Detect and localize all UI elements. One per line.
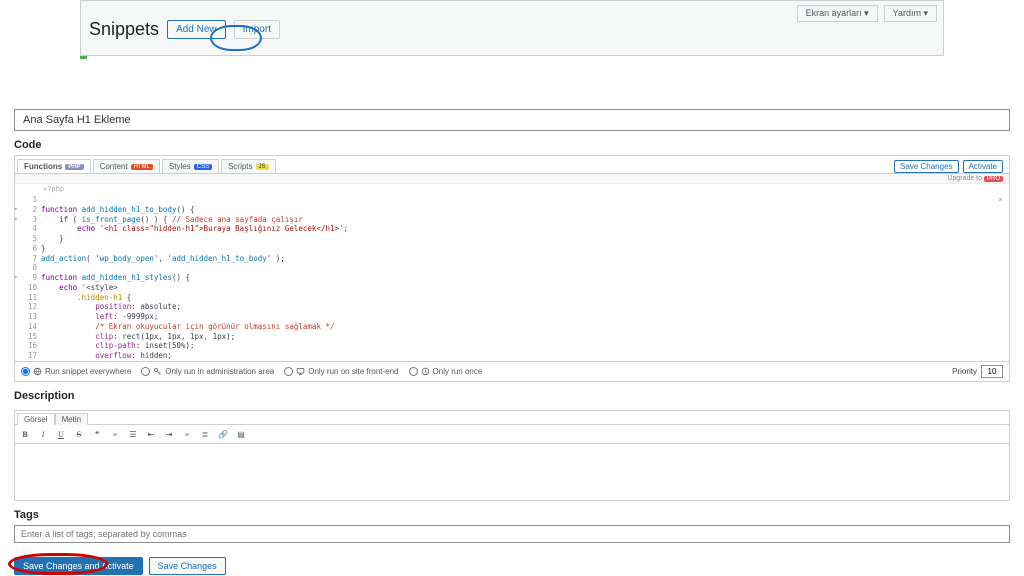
strike-icon[interactable]: S bbox=[73, 428, 85, 440]
add-new-button[interactable]: Add New bbox=[167, 20, 226, 39]
run-frontend-radio[interactable]: Only run on site front-end bbox=[284, 367, 398, 376]
description-textarea[interactable] bbox=[15, 444, 1009, 500]
tab-styles-label: Styles bbox=[169, 162, 191, 171]
number-list-icon[interactable]: ☰ bbox=[127, 428, 139, 440]
run-once-radio[interactable]: Only run once bbox=[409, 367, 483, 376]
upgrade-row: Upgrade to PRO bbox=[15, 174, 1009, 184]
description-tab-visual[interactable]: Görsel bbox=[17, 413, 55, 425]
bold-icon[interactable]: B bbox=[19, 428, 31, 440]
upgrade-label: Upgrade to bbox=[947, 175, 982, 182]
tab-functions[interactable]: FunctionsPHP bbox=[17, 159, 91, 173]
priority-input[interactable] bbox=[981, 365, 1003, 378]
tags-input[interactable] bbox=[14, 525, 1010, 543]
code-panel: FunctionsPHP ContentHTML StylesCSS Scrip… bbox=[14, 155, 1010, 362]
description-section-label: Description bbox=[14, 390, 1010, 402]
align-left-icon[interactable]: ≡ bbox=[181, 428, 193, 440]
import-button[interactable]: Import bbox=[234, 20, 280, 39]
editor-toolbar: B I U S ❝ ≡ ☰ ⇤ ⇥ ≡ ≣ 🔗 ▤ bbox=[15, 425, 1009, 444]
quote-icon[interactable]: ❝ bbox=[91, 428, 103, 440]
outdent-icon[interactable]: ⇤ bbox=[145, 428, 157, 440]
align-center-icon[interactable]: ≣ bbox=[199, 428, 211, 440]
page-header: Ekran ayarları ▾ Yardım ▾ Snippets Add N… bbox=[80, 0, 944, 56]
image-icon[interactable]: ▤ bbox=[235, 428, 247, 440]
run-everywhere-label: Run snippet everywhere bbox=[45, 367, 131, 376]
progress-indicator bbox=[80, 56, 87, 59]
pro-badge: PRO bbox=[984, 176, 1003, 182]
globe-icon bbox=[33, 367, 42, 376]
code-section-label: Code bbox=[14, 139, 1010, 151]
tab-functions-label: Functions bbox=[24, 162, 62, 171]
run-admin-label: Only run in administration area bbox=[165, 367, 274, 376]
key-icon bbox=[153, 367, 162, 376]
php-open-tag: <?php bbox=[15, 184, 1009, 193]
description-panel: Görsel Metin B I U S ❝ ≡ ☰ ⇤ ⇥ ≡ ≣ 🔗 ▤ bbox=[14, 410, 1010, 501]
run-frontend-label: Only run on site front-end bbox=[308, 367, 398, 376]
help-button[interactable]: Yardım ▾ bbox=[884, 5, 937, 22]
screen-options-button[interactable]: Ekran ayarları ▾ bbox=[797, 5, 878, 22]
italic-icon[interactable]: I bbox=[37, 428, 49, 440]
tab-styles[interactable]: StylesCSS bbox=[162, 159, 219, 173]
save-and-activate-button[interactable]: Save Changes and Activate bbox=[14, 557, 143, 575]
close-icon[interactable]: × bbox=[998, 195, 1003, 205]
run-options-row: Run snippet everywhere Only run in admin… bbox=[14, 362, 1010, 382]
clock-icon bbox=[421, 367, 430, 376]
activate-button[interactable]: Activate bbox=[963, 160, 1003, 173]
code-editor[interactable]: × 1▾2▾345678▾910111213141516171819202122… bbox=[15, 193, 1009, 361]
tags-section-label: Tags bbox=[14, 509, 1010, 521]
monitor-icon bbox=[296, 367, 305, 376]
tab-content[interactable]: ContentHTML bbox=[93, 159, 160, 173]
underline-icon[interactable]: U bbox=[55, 428, 67, 440]
description-tab-text[interactable]: Metin bbox=[55, 413, 89, 425]
priority-label: Priority bbox=[952, 367, 977, 376]
tab-scripts[interactable]: ScriptsJS bbox=[221, 159, 275, 173]
tab-content-label: Content bbox=[100, 162, 128, 171]
indent-icon[interactable]: ⇥ bbox=[163, 428, 175, 440]
tab-scripts-label: Scripts bbox=[228, 162, 252, 171]
link-icon[interactable]: 🔗 bbox=[217, 428, 229, 440]
run-admin-radio[interactable]: Only run in administration area bbox=[141, 367, 274, 376]
save-changes-button-top[interactable]: Save Changes bbox=[894, 160, 958, 173]
page-title: Snippets bbox=[89, 19, 159, 40]
save-changes-button[interactable]: Save Changes bbox=[149, 557, 226, 575]
run-everywhere-radio[interactable]: Run snippet everywhere bbox=[21, 367, 131, 376]
snippet-title-input[interactable] bbox=[14, 109, 1010, 131]
run-once-label: Only run once bbox=[433, 367, 483, 376]
bullet-list-icon[interactable]: ≡ bbox=[109, 428, 121, 440]
code-tabs: FunctionsPHP ContentHTML StylesCSS Scrip… bbox=[17, 159, 276, 173]
